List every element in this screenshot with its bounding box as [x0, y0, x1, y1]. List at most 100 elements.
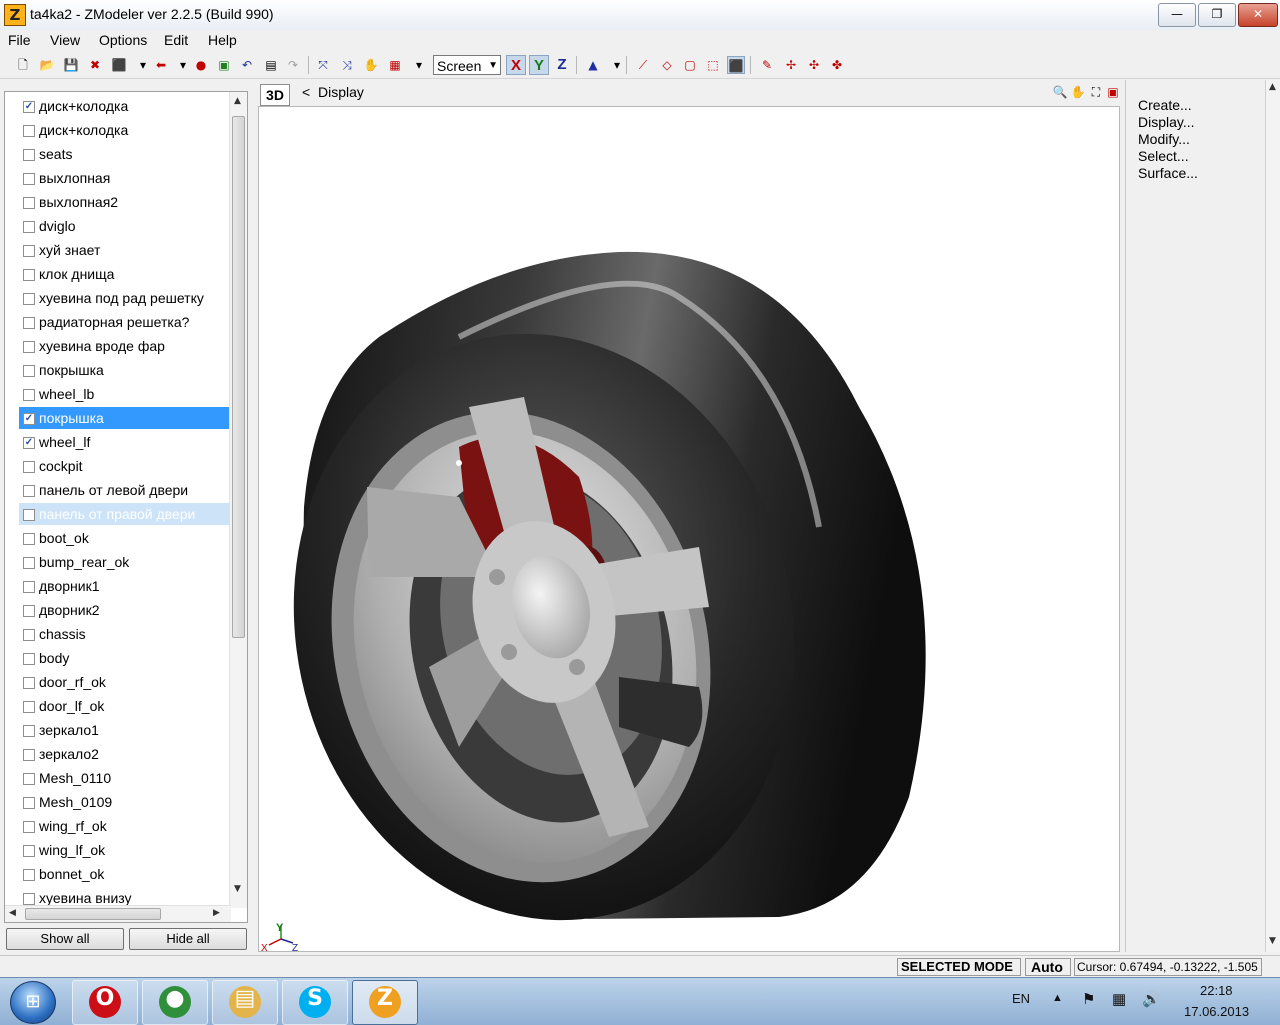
visibility-checkbox[interactable] — [23, 821, 35, 833]
taskbar-app-skype[interactable]: S — [282, 980, 348, 1025]
visibility-checkbox[interactable] — [23, 629, 35, 641]
object-list-item[interactable]: seats — [19, 143, 229, 165]
taskbar-app-chrome[interactable]: ● — [142, 980, 208, 1025]
visibility-checkbox[interactable] — [23, 701, 35, 713]
visibility-checkbox[interactable] — [23, 605, 35, 617]
texture-icon[interactable]: ▣ — [215, 56, 233, 74]
zmodeler-app-icon[interactable]: Z — [4, 4, 26, 26]
open-file-icon[interactable]: 📂 — [38, 56, 56, 74]
object-list-item[interactable]: Mesh_0110 — [19, 767, 229, 789]
menu-file[interactable]: File — [8, 32, 31, 48]
scroll-left-icon[interactable]: ◀ — [9, 908, 16, 918]
object-list-item[interactable]: радиаторная решетка? — [19, 311, 229, 333]
notes-icon[interactable]: ▤ — [262, 56, 280, 74]
visibility-checkbox[interactable] — [23, 749, 35, 761]
object-list-hscrollbar[interactable]: ◀ ▶ — [5, 905, 231, 922]
object-list-item[interactable]: chassis — [19, 623, 229, 645]
redo-icon[interactable]: ↷ — [284, 56, 302, 74]
view-mode-3d[interactable]: 3D — [260, 84, 290, 106]
object-list-item[interactable]: wing_rf_ok — [19, 815, 229, 837]
visibility-checkbox[interactable] — [23, 221, 35, 233]
axis-y-toggle[interactable]: Y — [529, 55, 549, 75]
object-list-item[interactable]: ✓ покрышка — [19, 407, 229, 429]
visibility-checkbox[interactable] — [23, 533, 35, 545]
command-surface[interactable]: Surface... — [1138, 165, 1198, 181]
object-list-item[interactable]: дворник1 — [19, 575, 229, 597]
object-list-item[interactable]: ✓ диск+колодка — [19, 95, 229, 117]
face-mode-icon[interactable]: ◇ — [658, 56, 676, 74]
object-list-item[interactable]: хуевина вроде фар — [19, 335, 229, 357]
object-mode-icon[interactable]: ▢ — [681, 56, 699, 74]
maximize-viewport-icon[interactable]: ▣ — [1105, 84, 1121, 100]
visibility-checkbox[interactable] — [23, 725, 35, 737]
clock-date[interactable]: 17.06.2013 — [1184, 1004, 1249, 1019]
visibility-checkbox[interactable]: ✓ — [23, 437, 35, 449]
scroll-right-icon[interactable]: ▶ — [213, 908, 220, 918]
hide-all-button[interactable]: Hide all — [129, 928, 247, 950]
cube-mode-icon[interactable]: ⬛ — [727, 56, 745, 74]
taskbar-app-explorer[interactable]: ▤ — [212, 980, 278, 1025]
mirror-z-icon[interactable]: ✤ — [828, 56, 846, 74]
object-list-item[interactable]: bonnet_ok — [19, 863, 229, 885]
object-list-item[interactable]: диск+колодка — [19, 119, 229, 141]
object-list-item[interactable]: Mesh_0109 — [19, 791, 229, 813]
command-display[interactable]: Display... — [1138, 114, 1195, 130]
object-list-item[interactable]: bump_rear_ok — [19, 551, 229, 573]
menu-help[interactable]: Help — [208, 32, 237, 48]
dropdown-arrow-icon[interactable]: ▾ — [608, 56, 626, 74]
pan-hand-icon[interactable]: ✋ — [1070, 84, 1086, 100]
visibility-checkbox[interactable] — [23, 797, 35, 809]
volume-icon[interactable]: 🔊 — [1142, 990, 1161, 1008]
minimize-button[interactable]: — — [1158, 3, 1196, 27]
object-list-item[interactable]: дворник2 — [19, 599, 229, 621]
object-list-item[interactable]: door_rf_ok — [19, 671, 229, 693]
menu-view[interactable]: View — [50, 32, 80, 48]
object-list-item[interactable]: панель от левой двери — [19, 479, 229, 501]
visibility-checkbox[interactable] — [23, 125, 35, 137]
select-filter-icon[interactable]: ▦ — [386, 56, 404, 74]
object-list-item[interactable]: панель от правой двери — [19, 503, 229, 525]
object-list-item[interactable]: ✓ wheel_lf — [19, 431, 229, 453]
object-list-item[interactable]: wing_lf_ok — [19, 839, 229, 861]
network-icon[interactable]: ▦ — [1112, 990, 1126, 1008]
dropdown-arrow-icon[interactable]: ▾ — [134, 56, 152, 74]
scroll-thumb[interactable] — [232, 116, 245, 638]
maximize-button[interactable]: ❐ — [1198, 3, 1236, 27]
render-icon[interactable]: ● — [192, 56, 210, 74]
visibility-checkbox[interactable] — [23, 509, 35, 521]
language-indicator[interactable]: EN — [1012, 991, 1030, 1006]
visibility-checkbox[interactable] — [23, 557, 35, 569]
object-list-item[interactable]: dviglo — [19, 215, 229, 237]
object-list-item[interactable]: зеркало2 — [19, 743, 229, 765]
visibility-checkbox[interactable] — [23, 893, 35, 905]
command-panel-scrollbar[interactable]: ▲ ▼ — [1265, 80, 1280, 952]
coordinate-system-select[interactable]: Screen ▼ — [433, 55, 501, 75]
undo-icon[interactable]: ↶ — [238, 56, 256, 74]
scroll-up-icon[interactable]: ▲ — [234, 96, 241, 106]
action-center-flag-icon[interactable]: ⚑ — [1082, 990, 1095, 1008]
new-file-icon[interactable]: 🗋 — [14, 56, 32, 74]
object-list-item[interactable]: клок днища — [19, 263, 229, 285]
zoom-extents-icon[interactable]: ⛶ — [1088, 84, 1104, 100]
close-button[interactable]: ✕ — [1238, 3, 1278, 27]
viewport-nav[interactable]: < Display — [302, 84, 364, 100]
3d-viewport[interactable]: Y X Z — [258, 106, 1120, 954]
box-mode-icon[interactable]: ⬚ — [704, 56, 722, 74]
menu-edit[interactable]: Edit — [164, 32, 188, 48]
object-list-item[interactable]: door_lf_ok — [19, 695, 229, 717]
visibility-checkbox[interactable] — [23, 773, 35, 785]
object-list-vscrollbar[interactable]: ▲ ▼ — [229, 92, 247, 908]
object-list-item[interactable]: wheel_lb — [19, 383, 229, 405]
scroll-down-icon[interactable]: ▼ — [234, 884, 241, 894]
visibility-checkbox[interactable] — [23, 365, 35, 377]
command-modify[interactable]: Modify... — [1138, 131, 1190, 147]
visibility-checkbox[interactable] — [23, 461, 35, 473]
visibility-checkbox[interactable] — [23, 653, 35, 665]
vertex-mode-icon[interactable]: ⟋ — [634, 56, 652, 74]
dropdown-arrow-icon[interactable]: ▾ — [410, 56, 428, 74]
status-snap-mode[interactable]: Auto — [1025, 958, 1071, 976]
object-list-item[interactable]: покрышка — [19, 359, 229, 381]
back-arrow-icon[interactable]: < — [302, 84, 310, 100]
visibility-checkbox[interactable]: ✓ — [23, 101, 35, 113]
visibility-checkbox[interactable] — [23, 245, 35, 257]
